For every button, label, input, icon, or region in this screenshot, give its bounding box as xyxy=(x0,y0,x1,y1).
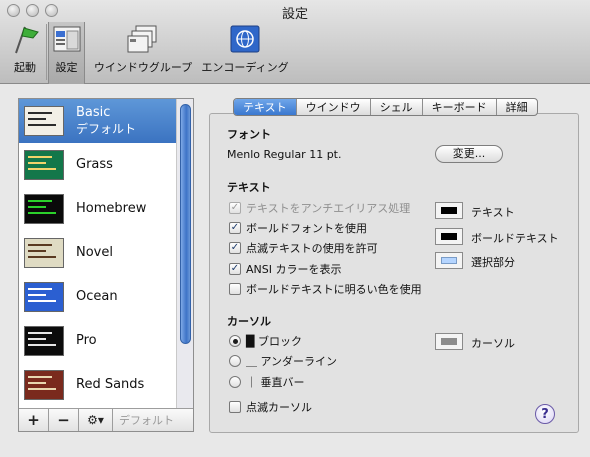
startup-flag-icon xyxy=(8,22,42,56)
text-section-heading: テキスト xyxy=(227,181,271,194)
profile-row-grass[interactable]: Grass xyxy=(19,143,177,187)
remove-profile-button[interactable]: − xyxy=(49,409,79,431)
profile-row-ocean[interactable]: Ocean xyxy=(19,275,177,319)
profile-name: Homebrew xyxy=(76,201,147,216)
bright-bold-label: ボールドテキストに明るい色を使用 xyxy=(246,283,422,296)
tab-window[interactable]: ウインドウ xyxy=(297,99,371,115)
toolbar-startup-label: 起動 xyxy=(14,61,36,74)
profile-thumbnail xyxy=(24,326,64,356)
profile-thumbnail xyxy=(24,194,64,224)
encoding-globe-icon xyxy=(228,22,262,56)
text-color-well[interactable] xyxy=(435,202,463,219)
checkbox-check-icon: ✓ xyxy=(229,242,241,254)
profile-name: Grass xyxy=(76,157,113,172)
gear-menu-icon[interactable]: ⚙▾ xyxy=(79,409,113,431)
blink-text-checkbox[interactable]: ✓ 点滅テキストの使用を許可 xyxy=(229,240,378,256)
profile-name: Basic xyxy=(76,105,111,120)
checkbox-check-icon: ✓ xyxy=(229,263,241,275)
profile-list-actions: + − ⚙▾ デフォルト xyxy=(19,408,193,431)
antialias-checkbox[interactable]: ✓ テキストをアンチエイリアス処理 xyxy=(229,200,410,216)
profile-thumbnail xyxy=(24,150,64,180)
profile-list-frame: Basic デフォルト Grass Homebrew Novel Ocean P… xyxy=(18,98,194,432)
profile-row-basic[interactable]: Basic デフォルト xyxy=(19,99,177,143)
font-value: Menlo Regular 11 pt. xyxy=(227,148,342,161)
profile-name: Ocean xyxy=(76,289,118,304)
radio-selected-icon xyxy=(229,335,241,347)
toolbar-window-group[interactable]: ウインドウグループ xyxy=(91,22,195,75)
cursor-color-well[interactable] xyxy=(435,333,463,350)
text-color-label: テキスト xyxy=(471,206,515,219)
selection-color-label: 選択部分 xyxy=(471,256,515,269)
toolbar-settings-label: 設定 xyxy=(55,61,78,74)
checkbox-empty-icon xyxy=(229,401,241,413)
radio-empty-icon xyxy=(229,355,241,367)
tab-keyboard[interactable]: キーボード xyxy=(423,99,497,115)
profile-row-pro[interactable]: Pro xyxy=(19,319,177,363)
cursor-underline-radio[interactable]: ＿ アンダーライン xyxy=(229,353,337,369)
profile-name: Pro xyxy=(76,333,97,348)
settings-tabs: テキスト ウインドウ シェル キーボード 詳細 xyxy=(233,98,538,116)
radio-empty-icon xyxy=(229,376,241,388)
profile-row-homebrew[interactable]: Homebrew xyxy=(19,187,177,231)
cursor-vertical-bar-label: ｜ 垂直バー xyxy=(246,376,305,389)
cursor-vertical-bar-radio[interactable]: ｜ 垂直バー xyxy=(229,374,305,390)
ansi-color-checkbox[interactable]: ✓ ANSI カラーを表示 xyxy=(229,261,341,277)
blink-text-label: 点滅テキストの使用を許可 xyxy=(246,242,378,255)
toolbar-divider xyxy=(46,24,47,80)
cursor-block-radio[interactable]: █ ブロック xyxy=(229,333,302,349)
checkbox-check-icon: ✓ xyxy=(229,222,241,234)
scrollbar-thumb[interactable] xyxy=(180,104,191,344)
toolbar-encoding[interactable]: エンコーディング xyxy=(199,22,291,75)
add-profile-button[interactable]: + xyxy=(19,409,49,431)
bold-font-label: ボールドフォントを使用 xyxy=(246,222,367,235)
cursor-underline-label: ＿ アンダーライン xyxy=(246,355,338,368)
bright-bold-checkbox[interactable]: ボールドテキストに明るい色を使用 xyxy=(229,281,422,297)
checkbox-check-icon: ✓ xyxy=(229,202,241,214)
bold-font-checkbox[interactable]: ✓ ボールドフォントを使用 xyxy=(229,220,367,236)
profile-list-scrollbar[interactable] xyxy=(176,99,193,409)
blink-cursor-label: 点滅カーソル xyxy=(246,401,312,414)
selection-color-well[interactable] xyxy=(435,252,463,269)
toolbar-encoding-label: エンコーディング xyxy=(201,61,289,74)
settings-window-icon xyxy=(51,22,83,56)
cursor-block-label: █ ブロック xyxy=(246,335,302,348)
profile-thumbnail xyxy=(24,238,64,268)
window-title: 設定 xyxy=(281,7,308,22)
change-font-button[interactable]: 変更... xyxy=(435,145,503,163)
profile-list[interactable]: Basic デフォルト Grass Homebrew Novel Ocean P… xyxy=(19,99,177,409)
profile-row-novel[interactable]: Novel xyxy=(19,231,177,275)
blink-cursor-checkbox[interactable]: 点滅カーソル xyxy=(229,399,312,415)
profile-default-tag: デフォルト xyxy=(76,122,137,136)
bold-text-color-label: ボールドテキスト xyxy=(471,232,559,245)
profile-row-red-sands[interactable]: Red Sands xyxy=(19,363,177,407)
toolbar-window-group-label: ウインドウグループ xyxy=(93,61,193,74)
bold-text-color-well[interactable] xyxy=(435,228,463,245)
cursor-section-heading: カーソル xyxy=(227,315,271,328)
set-default-button[interactable]: デフォルト xyxy=(113,412,174,428)
tab-text[interactable]: テキスト xyxy=(234,99,297,115)
profile-name: Novel xyxy=(76,245,113,260)
profile-thumbnail xyxy=(24,106,64,136)
window-group-icon xyxy=(126,22,160,56)
tab-shell[interactable]: シェル xyxy=(371,99,423,115)
checkbox-empty-icon xyxy=(229,283,241,295)
help-icon[interactable]: ? xyxy=(535,404,555,424)
font-section-heading: フォント xyxy=(227,128,271,141)
window-titlebar: 設定 起動 設定 ウインドウグループ エンコーディング xyxy=(0,0,590,84)
profile-thumbnail xyxy=(24,282,64,312)
ansi-color-label: ANSI カラーを表示 xyxy=(246,263,342,276)
profile-name: Red Sands xyxy=(76,377,145,392)
tab-advanced[interactable]: 詳細 xyxy=(497,99,537,115)
cursor-color-label: カーソル xyxy=(471,337,515,350)
antialias-label: テキストをアンチエイリアス処理 xyxy=(246,202,411,215)
profile-thumbnail xyxy=(24,370,64,400)
toolbar-startup[interactable]: 起動 xyxy=(8,22,42,75)
toolbar-settings[interactable]: 設定 xyxy=(48,22,85,84)
